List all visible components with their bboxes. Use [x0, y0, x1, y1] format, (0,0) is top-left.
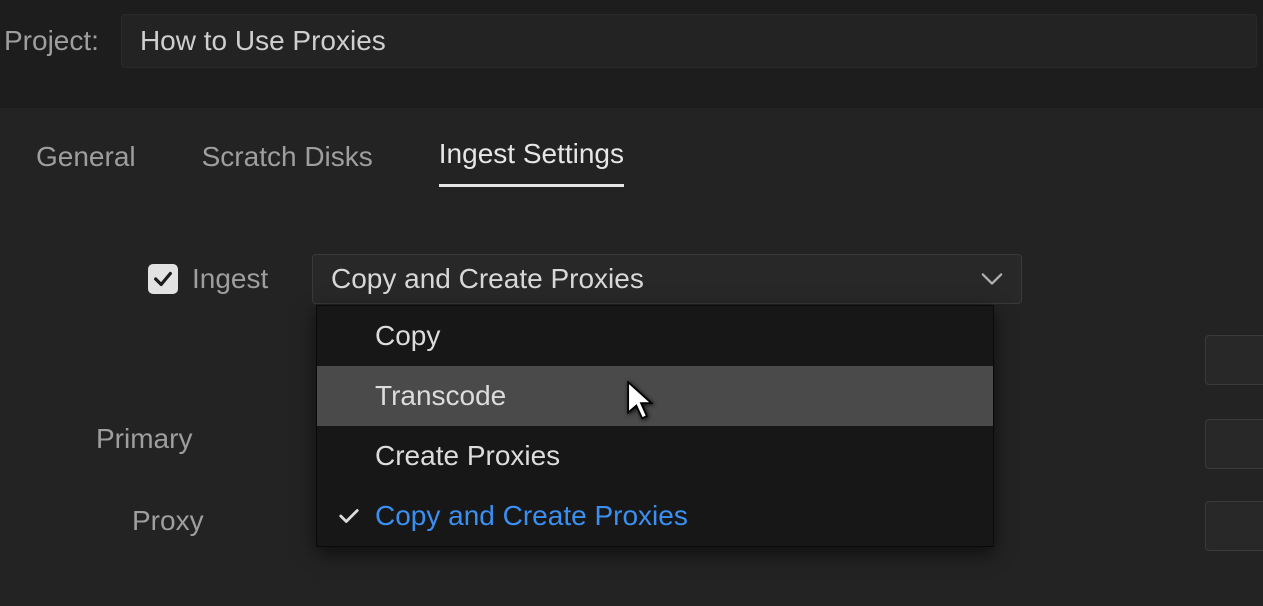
option-label: Transcode	[375, 380, 506, 412]
proxy-destination-select-peek[interactable]	[1205, 501, 1263, 551]
ingest-mode-value: Copy and Create Proxies	[331, 263, 644, 295]
ingest-form: Ingest Copy and Create Proxies Primary P…	[36, 251, 1227, 307]
project-settings-panel: General Scratch Disks Ingest Settings In…	[0, 108, 1263, 606]
project-label: Project:	[0, 25, 121, 57]
project-name-field[interactable]: How to Use Proxies	[121, 14, 1257, 68]
ingest-mode-select[interactable]: Copy and Create Proxies	[312, 254, 1022, 304]
ingest-option-transcode[interactable]: Transcode	[317, 366, 993, 426]
ingest-row: Ingest Copy and Create Proxies	[148, 251, 1227, 307]
ingest-option-copy-and-create-proxies[interactable]: Copy and Create Proxies	[317, 486, 993, 546]
tab-ingest-settings[interactable]: Ingest Settings	[439, 138, 624, 187]
primary-destination-select-peek[interactable]	[1205, 419, 1263, 469]
settings-tabs: General Scratch Disks Ingest Settings	[36, 138, 1227, 187]
project-name-text: How to Use Proxies	[140, 25, 386, 57]
primary-label: Primary	[96, 423, 192, 455]
option-label: Create Proxies	[375, 440, 560, 472]
option-label: Copy and Create Proxies	[375, 500, 688, 532]
tab-scratch-disks[interactable]: Scratch Disks	[202, 141, 373, 187]
tab-general[interactable]: General	[36, 141, 136, 187]
project-row: Project: How to Use Proxies	[0, 0, 1263, 68]
option-label: Copy	[375, 320, 440, 352]
ingest-option-create-proxies[interactable]: Create Proxies	[317, 426, 993, 486]
proxy-label: Proxy	[132, 505, 204, 537]
ingest-label: Ingest	[192, 263, 292, 295]
checkmark-icon	[152, 268, 174, 290]
ingest-checkbox[interactable]	[148, 264, 178, 294]
preset-select-peek-1[interactable]	[1205, 335, 1263, 385]
checkmark-icon	[335, 507, 363, 525]
ingest-option-copy[interactable]: Copy	[317, 306, 993, 366]
chevron-down-icon	[981, 272, 1003, 286]
ingest-mode-dropdown: Copy Transcode Create Proxies Copy and C…	[316, 305, 994, 547]
